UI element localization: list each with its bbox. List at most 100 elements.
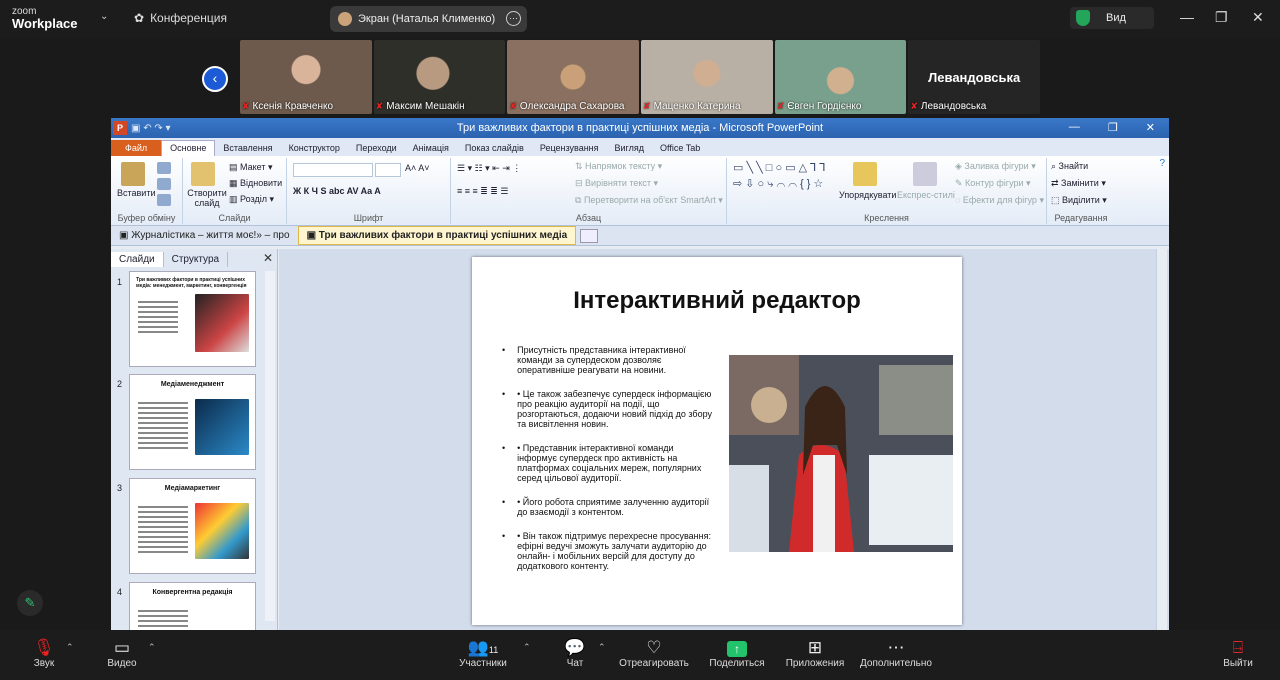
screen-share-indicator[interactable]: Экран (Наталья Клименко) ··· xyxy=(330,6,527,32)
more-button[interactable]: ⋯ Дополнительно xyxy=(856,638,936,669)
select-button[interactable]: ⬚ Виділити ▾ xyxy=(1051,195,1107,206)
heart-icon: ♡ xyxy=(646,638,662,657)
shape-effects-button[interactable]: ◌ Ефекти для фігур ▾ xyxy=(955,195,1044,206)
minimize-icon[interactable]: — xyxy=(1180,9,1194,25)
chevron-up-icon[interactable]: ⌃ xyxy=(66,642,74,653)
layout-button[interactable]: ▤ Макет ▾ xyxy=(229,162,273,173)
scrollbar[interactable] xyxy=(265,271,275,621)
font-group: A˄ A˅ Ж К Ч S abc AV Aa A Шрифт xyxy=(287,158,451,224)
more-options-icon[interactable]: ··· xyxy=(506,11,521,26)
copy-icon[interactable] xyxy=(157,178,171,190)
tab-animations[interactable]: Анімація xyxy=(405,141,457,156)
format-painter-icon[interactable] xyxy=(157,194,171,206)
text-direction-button[interactable]: ⇅ Напрямок тексту ▾ xyxy=(575,161,662,172)
gallery-prev-button[interactable]: ‹ xyxy=(202,66,228,92)
replace-button[interactable]: ⇄ Замінити ▾ xyxy=(1051,178,1106,189)
tab-transitions[interactable]: Переходи xyxy=(348,141,405,156)
group-label: Слайди xyxy=(218,213,251,223)
tab-home[interactable]: Основне xyxy=(161,140,216,156)
meeting-info-button[interactable]: ✿ Конференция xyxy=(134,11,227,25)
chevron-up-icon[interactable]: ⌃ xyxy=(523,642,531,653)
restore-icon[interactable]: ❐ xyxy=(1108,121,1118,134)
participant-tile[interactable]: ✘ Ксенія Кравченко xyxy=(240,40,372,114)
tab-outline[interactable]: Структура xyxy=(164,252,229,267)
cut-icon[interactable] xyxy=(157,162,171,174)
list-buttons[interactable]: ☰ ▾ ☷ ▾ ⇤ ⇥ ⋮ xyxy=(457,163,521,174)
participant-tile[interactable]: ✘ Максим Мешакін xyxy=(373,40,506,114)
minimize-icon[interactable]: — xyxy=(1069,121,1080,134)
quick-styles-icon[interactable] xyxy=(913,162,937,186)
participants-button[interactable]: 👥11 Участники xyxy=(443,638,523,669)
tab-file[interactable]: Файл xyxy=(111,140,162,156)
shapes-gallery[interactable]: ▭ ╲ ╲ □ ○ ▭ △ ⅂ ⅂ ⇨ ⇩ ○ ⤷ ⌒ ⌒ { } ☆ xyxy=(733,160,829,192)
scrollbar[interactable] xyxy=(1156,249,1167,630)
align-buttons[interactable]: ≡ ≡ ≡ ≣ ≣ ☰ xyxy=(457,186,508,197)
slide-editor: Інтерактивний редактор • Присутність пред… xyxy=(279,249,1169,630)
bullet-item[interactable]: • • Він також підтримує перехресне просув… xyxy=(502,531,712,571)
quick-styles-button[interactable]: Експрес-стилі xyxy=(897,190,955,200)
slide-thumbnail[interactable]: Медіаменеджмент xyxy=(129,374,256,470)
bullet-item[interactable]: • • Це також забезпечує супердеск інформа… xyxy=(502,389,712,429)
section-button[interactable]: ▥ Розділ ▾ xyxy=(229,194,274,205)
new-tab-button[interactable] xyxy=(580,228,599,243)
slide-title[interactable]: Інтерактивний редактор xyxy=(472,287,962,315)
leave-button[interactable]: ⍈ Выйти xyxy=(1198,638,1278,669)
tab-insert[interactable]: Вставлення xyxy=(215,141,280,156)
apps-button[interactable]: ⊞ Приложения xyxy=(775,638,855,669)
smartart-button[interactable]: ⧉ Перетворити на об'єкт SmartArt ▾ xyxy=(575,195,723,206)
arrange-button[interactable]: Упорядкувати xyxy=(839,190,896,200)
share-button[interactable]: ↑ Поделиться xyxy=(697,638,777,669)
tab-office-tab[interactable]: Office Tab xyxy=(652,141,708,156)
new-slide-button[interactable]: Створити слайд xyxy=(187,188,227,208)
doc-tab-active[interactable]: ▣ Три важливих фактори в практиці успішн… xyxy=(297,226,577,245)
font-format-buttons[interactable]: Ж К Ч S abc AV Aa A xyxy=(293,186,381,196)
close-icon[interactable]: ✕ xyxy=(1146,121,1155,134)
chevron-up-icon[interactable]: ⌃ xyxy=(148,642,156,653)
people-icon: 👥11 xyxy=(467,638,499,657)
participant-tile[interactable]: ✘ Маценко Катерина xyxy=(641,40,773,114)
tab-view[interactable]: Вигляд xyxy=(607,141,653,156)
group-label: Креслення xyxy=(864,213,909,223)
slide-thumbnail[interactable]: Три важливих фактори в практиці успішних… xyxy=(129,271,256,367)
slide-canvas[interactable]: Інтерактивний редактор • Присутність пред… xyxy=(472,257,962,625)
font-size-grow-icon[interactable]: A˄ A˅ xyxy=(405,163,430,173)
slides-pane: Слайди Структура ✕ 1 Три важливих фактор… xyxy=(111,249,278,630)
tab-slides[interactable]: Слайди xyxy=(111,252,164,267)
slide-thumbnail[interactable]: Конвергентна редакція xyxy=(129,582,256,630)
bullet-item[interactable]: • • Представник інтерактивної команди інф… xyxy=(502,443,712,483)
paste-icon[interactable] xyxy=(121,162,145,186)
font-size-select[interactable] xyxy=(375,163,401,177)
close-icon[interactable]: ✕ xyxy=(1252,9,1264,26)
shape-fill-button[interactable]: ◈ Заливка фігури ▾ xyxy=(955,161,1036,172)
slide-thumbnail[interactable]: Медіамаркетинг xyxy=(129,478,256,574)
close-icon[interactable]: ✕ xyxy=(263,251,273,265)
participant-tile[interactable]: Левандовська ✘ Левандовська xyxy=(908,40,1041,114)
bullet-item[interactable]: • • Його робота сприятиме залученню аудит… xyxy=(502,497,712,517)
chevron-up-icon[interactable]: ⌃ xyxy=(598,642,606,653)
participant-tile[interactable]: ✘ Євген Гордієнко xyxy=(774,40,907,114)
annotate-pencil-icon[interactable]: ✎ xyxy=(17,590,43,616)
zoom-top-bar: zoom Workplace ⌄ ✿ Конференция Экран (На… xyxy=(0,0,1280,38)
react-button[interactable]: ♡ Отреагировать xyxy=(614,638,694,669)
reset-button[interactable]: ▦ Відновити xyxy=(229,178,282,189)
shape-outline-button[interactable]: ✎ Контур фігури ▾ xyxy=(955,178,1031,189)
view-button[interactable]: Вид xyxy=(1070,7,1154,29)
tab-design[interactable]: Конструктор xyxy=(281,141,348,156)
align-text-button[interactable]: ⊟ Вирівняти текст ▾ xyxy=(575,178,658,189)
slide-photo[interactable] xyxy=(729,355,953,552)
tab-review[interactable]: Рецензування xyxy=(532,141,607,156)
bullet-item[interactable]: • Присутність представника інтерактивної … xyxy=(502,345,712,375)
arrange-icon[interactable] xyxy=(853,162,877,186)
find-button[interactable]: ⌕ Знайти xyxy=(1051,161,1088,172)
font-family-select[interactable] xyxy=(293,163,373,177)
maximize-icon[interactable]: ❐ xyxy=(1215,9,1228,26)
participant-tile[interactable]: ✘ Олександра Сахарова xyxy=(507,40,640,114)
chevron-down-icon[interactable]: ⌄ xyxy=(100,11,108,22)
shield-icon xyxy=(1076,10,1090,26)
help-icon[interactable]: ? xyxy=(1159,158,1165,169)
paste-button[interactable]: Вставити xyxy=(117,188,156,198)
tab-slideshow[interactable]: Показ слайдів xyxy=(457,141,532,156)
doc-tab[interactable]: ▣ Журналістика – життя моє!» – про xyxy=(111,227,298,244)
new-slide-icon[interactable] xyxy=(191,162,215,186)
editing-group: ⌕ Знайти ⇄ Замінити ▾ ⬚ Виділити ▾ Редаг… xyxy=(1047,158,1115,224)
